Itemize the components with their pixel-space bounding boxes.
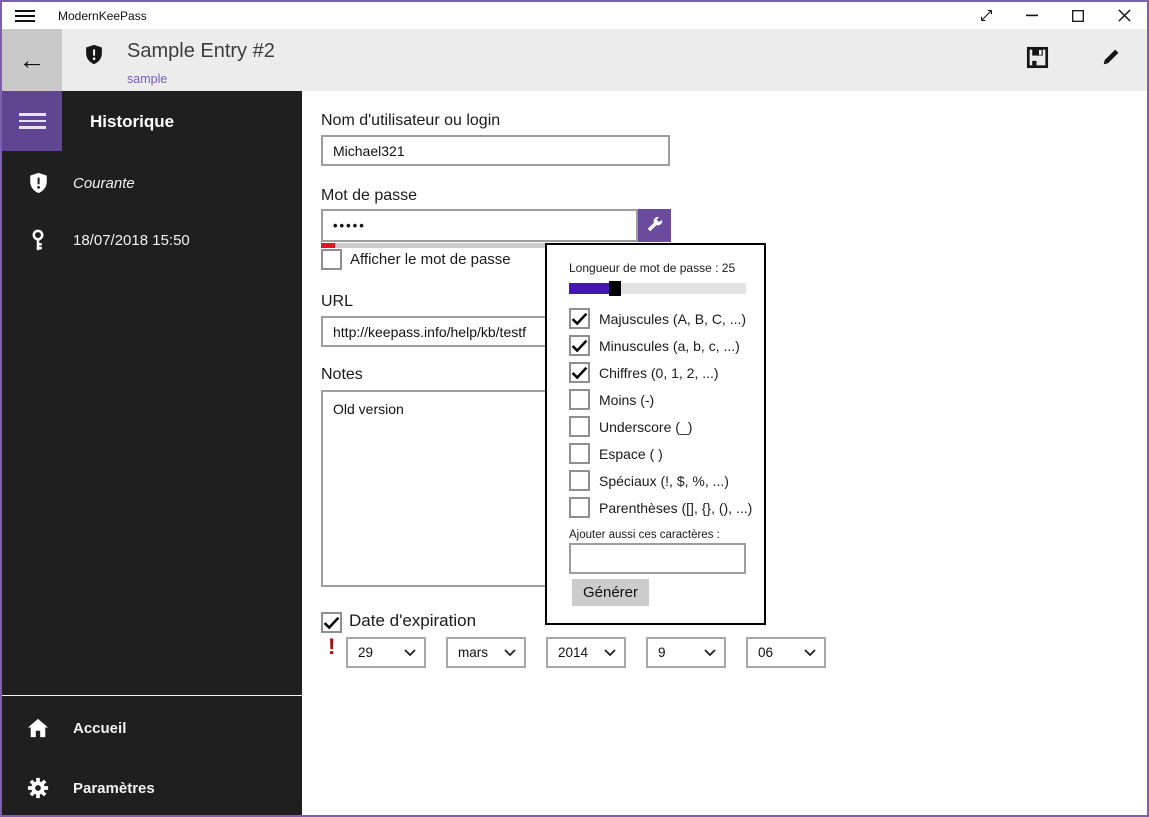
uppercase-checkbox[interactable] <box>569 308 590 329</box>
sidebar-item-current-version[interactable]: Courante <box>2 163 302 203</box>
digits-checkbox[interactable] <box>569 362 590 383</box>
underscore-checkbox[interactable] <box>569 416 590 437</box>
option-lowercase: Minuscules (a, b, c, ...) <box>569 332 758 359</box>
username-label: Nom d'utilisateur ou login <box>321 112 501 129</box>
home-icon <box>26 718 50 738</box>
entry-header: ← Sample Entry #2 sample <box>2 29 1147 91</box>
edit-pencil-icon <box>1101 49 1122 70</box>
notes-label: Notes <box>321 366 363 383</box>
maximize-icon[interactable] <box>1055 2 1101 29</box>
expiration-label: Date d'expiration <box>349 611 477 630</box>
sidebar-separator <box>2 695 302 696</box>
expiration-checkbox[interactable] <box>321 612 342 633</box>
save-button[interactable] <box>1026 46 1049 72</box>
expiration-month-dropdown[interactable]: mars <box>446 637 526 668</box>
minimize-icon[interactable] <box>1009 2 1055 29</box>
sidebar-item-settings[interactable]: Paramètres <box>2 768 302 808</box>
chevron-down-icon <box>604 649 616 656</box>
option-label: Spéciaux (!, $, %, ...) <box>599 472 729 489</box>
expired-warning-icon: ! <box>328 634 336 659</box>
expiration-year-dropdown[interactable]: 2014 <box>546 637 626 668</box>
key-icon <box>26 229 50 252</box>
expiration-day-dropdown[interactable]: 29 <box>346 637 426 668</box>
back-arrow-icon: ← <box>18 44 46 75</box>
generate-button[interactable]: Générer <box>572 579 649 606</box>
special-checkbox[interactable] <box>569 470 590 491</box>
chevron-down-icon <box>704 649 716 656</box>
chevron-down-icon <box>504 649 516 656</box>
sidebar-item-label: Paramètres <box>73 779 155 797</box>
shield-exclamation-icon <box>26 172 50 194</box>
back-button[interactable]: ← <box>2 29 62 91</box>
generator-options: Majuscules (A, B, C, ...) Minuscules (a,… <box>569 305 758 521</box>
password-label: Mot de passe <box>321 187 418 204</box>
show-password-label: Afficher le mot de passe <box>350 251 511 268</box>
slider-handle[interactable] <box>609 281 622 296</box>
chevron-down-icon <box>804 649 816 656</box>
password-generator-popup: Longueur de mot de passe : 25 Majuscules… <box>545 243 766 625</box>
option-digits: Chiffres (0, 1, 2, ...) <box>569 359 758 386</box>
option-label: Chiffres (0, 1, 2, ...) <box>599 364 719 381</box>
password-length-label: Longueur de mot de passe : 25 <box>569 261 736 275</box>
wrench-icon <box>646 216 663 236</box>
expiration-minute-dropdown[interactable]: 06 <box>746 637 826 668</box>
dropdown-value: 2014 <box>558 645 589 660</box>
option-label: Espace ( ) <box>599 445 663 462</box>
option-minus: Moins (-) <box>569 386 758 413</box>
sidebar-item-history-entry[interactable]: 18/07/2018 15:50 <box>2 220 302 260</box>
app-title: ModernKeePass <box>58 8 147 23</box>
custom-chars-label: Ajouter aussi ces caractères : <box>569 529 720 541</box>
option-label: Parenthèses ([], {}, (), ...) <box>599 499 753 516</box>
password-generator-button[interactable] <box>638 209 671 242</box>
dropdown-value: 06 <box>758 645 774 660</box>
slider-fill <box>569 283 612 294</box>
window-controls <box>963 2 1147 29</box>
save-icon <box>1026 46 1049 72</box>
password-length-slider[interactable] <box>569 281 746 296</box>
hamburger-icon[interactable] <box>15 9 35 22</box>
option-uppercase: Majuscules (A, B, C, ...) <box>569 305 758 332</box>
sidebar-item-label: Accueil <box>73 719 127 737</box>
option-label: Majuscules (A, B, C, ...) <box>599 310 747 327</box>
dropdown-value: 9 <box>658 645 666 660</box>
custom-chars-input[interactable] <box>569 543 746 574</box>
brackets-checkbox[interactable] <box>569 497 590 518</box>
app-window: ModernKeePass ← Sample Entry #2 sample H… <box>0 0 1149 817</box>
edit-button[interactable] <box>1101 46 1122 70</box>
username-input[interactable] <box>321 135 670 166</box>
expand-icon[interactable] <box>963 2 1009 29</box>
option-space: Espace ( ) <box>569 440 758 467</box>
option-brackets: Parenthèses ([], {}, (), ...) <box>569 494 758 521</box>
close-icon[interactable] <box>1101 2 1147 29</box>
sidebar: Historique Courante 18/07/2018 15:50 Acc… <box>2 91 302 815</box>
gear-icon <box>26 777 50 799</box>
sidebar-item-home[interactable]: Accueil <box>2 708 302 748</box>
sidebar-heading: Historique <box>90 112 175 131</box>
option-label: Underscore (_) <box>599 418 693 435</box>
show-password-checkbox[interactable] <box>321 249 342 270</box>
titlebar: ModernKeePass <box>2 2 1147 29</box>
sidebar-item-label: 18/07/2018 15:50 <box>73 231 190 249</box>
password-strength-fill <box>321 243 335 248</box>
option-label: Minuscules (a, b, c, ...) <box>599 337 740 354</box>
option-label: Moins (-) <box>599 391 655 408</box>
nav-hamburger-button[interactable] <box>2 91 62 151</box>
option-special: Spéciaux (!, $, %, ...) <box>569 467 758 494</box>
dropdown-value: 29 <box>358 645 374 660</box>
dropdown-value: mars <box>458 645 488 660</box>
space-checkbox[interactable] <box>569 443 590 464</box>
entry-title: Sample Entry #2 <box>127 40 275 62</box>
chevron-down-icon <box>404 649 416 656</box>
lowercase-checkbox[interactable] <box>569 335 590 356</box>
password-input[interactable] <box>321 209 638 242</box>
minus-checkbox[interactable] <box>569 389 590 410</box>
shield-icon <box>85 44 103 70</box>
url-label: URL <box>321 293 354 310</box>
entry-group-label: sample <box>127 72 168 86</box>
expiration-hour-dropdown[interactable]: 9 <box>646 637 726 668</box>
option-underscore: Underscore (_) <box>569 413 758 440</box>
sidebar-item-label: Courante <box>73 174 135 192</box>
